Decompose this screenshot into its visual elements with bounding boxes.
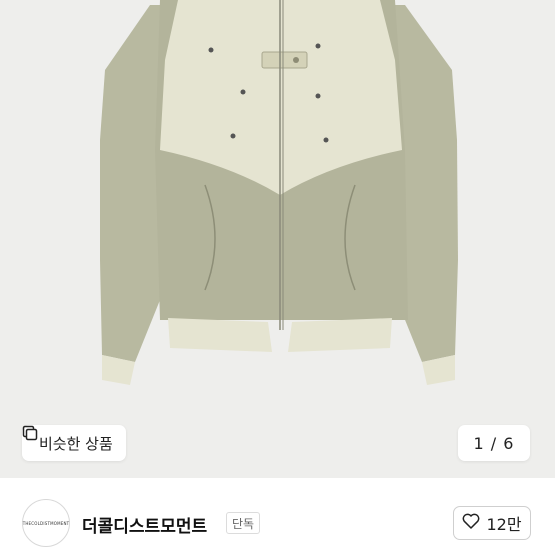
product-photo[interactable]: 비슷한 상품 1 / 6 <box>0 0 555 478</box>
seller-avatar[interactable]: THECOLDISTMOMENT <box>22 499 70 547</box>
seller-bar: THECOLDISTMOMENT 더콜디스트모먼트 단독 12만 <box>0 478 555 555</box>
photo-page-indicator: 1 / 6 <box>458 425 530 461</box>
like-button[interactable]: 12만 <box>453 506 531 540</box>
like-count: 12만 <box>486 515 522 534</box>
similar-products-label: 비슷한 상품 <box>39 434 113 453</box>
heart-icon <box>462 513 480 533</box>
jacket-image <box>100 0 458 385</box>
similar-products-button[interactable]: 비슷한 상품 <box>22 425 126 461</box>
avatar-logo-text: THECOLDISTMOMENT <box>22 520 70 526</box>
seller-name[interactable]: 더콜디스트모먼트 <box>82 512 207 537</box>
exclusive-badge: 단독 <box>226 512 261 534</box>
